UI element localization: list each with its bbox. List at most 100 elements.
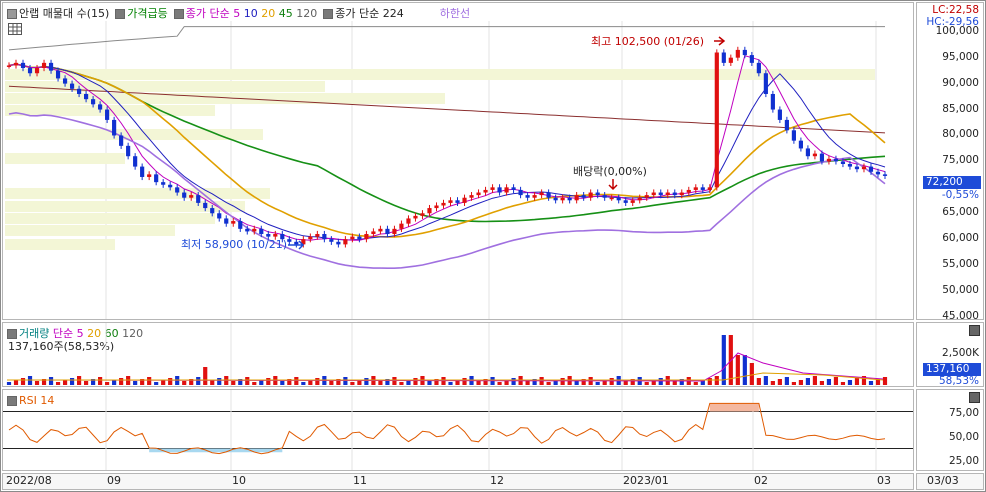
- candle-body: [210, 208, 215, 214]
- price-tick: 60,000: [942, 232, 979, 245]
- volume-bar: [112, 380, 117, 385]
- rsi-tick-50: 50,00: [948, 431, 979, 443]
- price-tick: 75,000: [942, 154, 979, 167]
- candle-body: [560, 197, 565, 201]
- price-tick: 80,000: [942, 128, 979, 141]
- candle-body: [175, 187, 180, 193]
- rsi-yaxis[interactable]: 75,00 50,00 25,00: [916, 389, 984, 471]
- volume-bar: [546, 382, 551, 385]
- candle-body: [595, 192, 600, 196]
- volume-bar: [826, 379, 832, 385]
- candle-body: [126, 145, 131, 157]
- candle-body: [581, 195, 586, 198]
- x-axis[interactable]: 2022/08 09 10 11 12 2023/01 02 03: [2, 473, 914, 490]
- volume-bar: [497, 382, 502, 385]
- volume-bar: [868, 381, 874, 385]
- candle-body: [518, 189, 523, 196]
- volume-bar: [182, 381, 187, 385]
- volume-bar: [48, 377, 54, 385]
- candle-body: [147, 174, 152, 177]
- candle-body: [448, 200, 453, 203]
- volume-tick: 2,500K: [942, 347, 979, 359]
- volume-bar: [34, 381, 40, 385]
- volume-profile-bar: [5, 225, 175, 236]
- volume-bar: [770, 381, 775, 385]
- volume-bar: [399, 382, 404, 385]
- candle-body: [406, 218, 411, 224]
- volume-panel[interactable]: 거래량 단순 5 20 60 120 137,160주(58,53%): [2, 322, 914, 387]
- rsi-panel[interactable]: RSI 14: [2, 389, 914, 471]
- volume-bar: [245, 377, 250, 385]
- x-label-2023-01: 2023/01: [623, 474, 669, 487]
- candle-body: [525, 195, 530, 198]
- candle-body: [665, 192, 670, 196]
- candle-body: [483, 189, 488, 193]
- volume-bar: [252, 382, 257, 385]
- candle-body: [574, 195, 579, 201]
- volume-bar: [791, 382, 796, 385]
- candle-body: [6, 65, 12, 67]
- rsi-panel-close-icon[interactable]: [969, 392, 980, 403]
- x-label-10: 10: [232, 474, 246, 487]
- candle-body: [371, 231, 376, 235]
- rsi-chart[interactable]: [3, 390, 913, 470]
- volume-bar: [301, 382, 306, 385]
- volume-bar: [427, 381, 432, 385]
- volume-bar: [707, 378, 712, 385]
- volume-yaxis[interactable]: 2,500K 137,160 58,53%: [916, 322, 984, 387]
- low-annotation: 최저 58,900 (10/21): [181, 238, 288, 251]
- volume-profile-bar: [5, 105, 215, 116]
- volume-profile-bar: [5, 93, 445, 104]
- volume-bar: [168, 378, 173, 385]
- candle-body: [161, 182, 166, 185]
- candle-body: [868, 166, 874, 172]
- high-annotation: 최고 102,500 (01/26): [591, 35, 705, 48]
- candle-body: [217, 213, 222, 219]
- volume-bar: [350, 382, 355, 385]
- candle-body: [252, 228, 257, 232]
- candle-body: [700, 187, 705, 190]
- candle-body: [329, 239, 334, 242]
- volume-bar: [413, 378, 418, 385]
- volume-bar: [55, 382, 61, 385]
- price-chart[interactable]: [3, 3, 913, 319]
- high-arrow-icon: [714, 36, 726, 46]
- ma-120-line: [8, 26, 885, 51]
- candle-body: [315, 234, 320, 237]
- candle-body: [707, 187, 712, 190]
- volume-bar: [511, 378, 516, 385]
- volume-bar: [343, 377, 348, 385]
- volume-bar: [462, 378, 467, 385]
- candle-body: [784, 119, 789, 131]
- x-label-current-date: 03/03: [927, 474, 959, 487]
- candle-body: [742, 49, 747, 56]
- candle-body: [679, 192, 684, 196]
- candle-body: [322, 234, 327, 240]
- volume-profile-bar: [5, 129, 263, 140]
- price-tick: 100,000: [935, 24, 979, 37]
- volume-bar: [882, 377, 888, 385]
- rsi-overbought-fill: [709, 403, 759, 412]
- price-panel[interactable]: 안랩 매물대 수(15) 가격급등 종가 단순 5 10 20 45 120 종…: [2, 2, 914, 320]
- volume-bar: [560, 378, 565, 385]
- volume-panel-close-icon[interactable]: [969, 325, 980, 336]
- volume-bar: [749, 363, 754, 385]
- volume-bar: [693, 382, 698, 385]
- candle-body: [55, 70, 61, 79]
- volume-bar: [203, 367, 208, 385]
- candle-body: [48, 62, 54, 71]
- rsi-tick-25: 25,00: [948, 455, 979, 467]
- volume-bar: [266, 378, 271, 385]
- volume-bar: [609, 378, 614, 385]
- candle-body: [714, 52, 719, 188]
- candle-body: [686, 189, 691, 193]
- volume-bar: [525, 381, 530, 385]
- volume-bar: [147, 377, 152, 385]
- candle-body: [308, 236, 313, 240]
- price-tick: 95,000: [942, 50, 979, 63]
- volume-chart[interactable]: [3, 323, 913, 386]
- candle-body: [630, 200, 635, 203]
- candle-body: [791, 130, 796, 141]
- volume-bar: [735, 355, 740, 385]
- price-yaxis[interactable]: LC:22,58 HC:-29,56 100,000 95,000 90,000 85…: [916, 2, 984, 320]
